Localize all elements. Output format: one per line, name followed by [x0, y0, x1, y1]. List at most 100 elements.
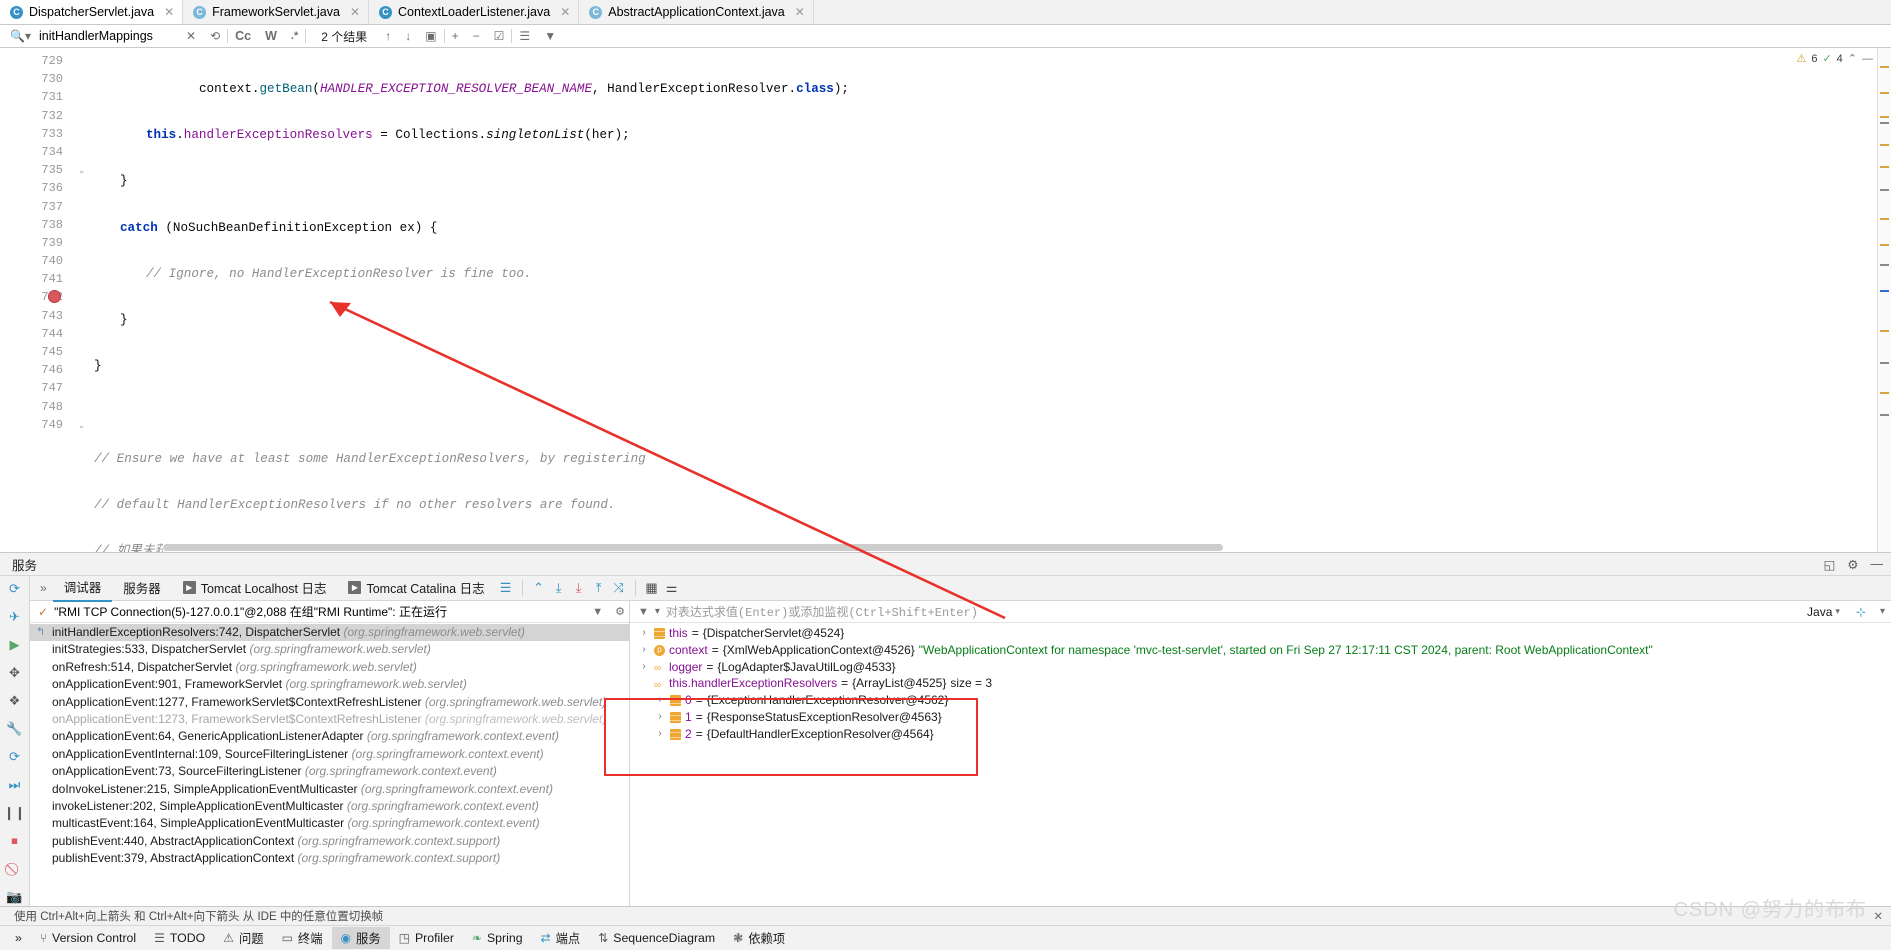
stack-frame-row[interactable]: onApplicationEvent:73, SourceFilteringLi…: [30, 763, 629, 780]
variable-row[interactable]: › 0 = {ExceptionHandlerExceptionResolver…: [630, 692, 1891, 709]
fold-marker[interactable]: [73, 343, 90, 361]
toggle-filter-icon[interactable]: ☑: [494, 29, 505, 43]
step-out-icon[interactable]: ⌃: [529, 580, 549, 596]
status-item-endpoints[interactable]: ⇄ 端点: [532, 927, 590, 949]
layout-icon[interactable]: ◱: [1823, 557, 1835, 572]
force-step-into-icon[interactable]: ⤒: [589, 580, 609, 596]
camera-icon[interactable]: 📷: [6, 889, 24, 906]
inspection-summary[interactable]: ⚠ 6 ✓ 4 ⌃ —: [1796, 52, 1873, 66]
match-case-toggle[interactable]: Cc: [235, 29, 251, 43]
status-item-profiler[interactable]: ◳ Profiler: [390, 929, 463, 947]
expand-arrow-icon[interactable]: ›: [654, 692, 666, 709]
deploy-icon[interactable]: ✈: [6, 608, 24, 625]
fold-marker[interactable]: [73, 88, 90, 106]
fold-marker[interactable]: [73, 288, 90, 306]
call-stack-list[interactable]: ↰ initHandlerExceptionResolvers:742, Dis…: [30, 623, 629, 906]
fold-marker[interactable]: ⌄: [73, 161, 90, 179]
stack-frame-row[interactable]: onApplicationEvent:64, GenericApplicatio…: [30, 728, 629, 745]
chevron-down-icon[interactable]: ▾: [1880, 606, 1885, 617]
remove-filter-icon[interactable]: −: [473, 29, 480, 43]
close-icon[interactable]: ✕: [560, 5, 570, 19]
whole-words-toggle[interactable]: W: [265, 29, 277, 43]
search-icon[interactable]: 🔍▾: [10, 29, 31, 43]
chevron-up-icon[interactable]: ⌃: [1848, 52, 1857, 65]
find-next-icon[interactable]: ↓: [405, 29, 411, 43]
expand-arrow-icon[interactable]: [638, 675, 650, 692]
stack-frame-row[interactable]: doInvokeListener:215, SimpleApplicationE…: [30, 781, 629, 798]
stack-frame-row[interactable]: ↰ initHandlerExceptionResolvers:742, Dis…: [30, 624, 629, 642]
rerun-icon[interactable]: ⟳: [6, 580, 24, 597]
stack-frame-row[interactable]: initStrategies:533, DispatcherServlet (o…: [30, 641, 629, 658]
console-icon[interactable]: ☰: [496, 580, 516, 596]
thread-selector-row[interactable]: ✓ "RMI TCP Connection(5)-127.0.0.1"@2,08…: [30, 601, 629, 623]
editor-tab-abstractapplicationcontext[interactable]: C AbstractApplicationContext.java ✕: [579, 0, 814, 24]
settings-icon[interactable]: ⚙: [615, 605, 625, 618]
evaluate-expression-icon[interactable]: ▦: [642, 580, 662, 596]
stack-frame-row[interactable]: publishEvent:440, AbstractApplicationCon…: [30, 833, 629, 850]
variable-row-handler-exception-resolvers[interactable]: ∞ this.handlerExceptionResolvers = {Arra…: [630, 675, 1891, 692]
analysis-strip[interactable]: [1877, 48, 1891, 552]
expand-arrow-icon[interactable]: ›: [654, 709, 666, 726]
fold-marker[interactable]: [73, 398, 90, 416]
status-item-services[interactable]: ◉ 服务: [331, 927, 390, 949]
fold-marker[interactable]: [73, 70, 90, 88]
settings-icon[interactable]: ⚌: [662, 580, 682, 596]
expand-arrow-icon[interactable]: ›: [638, 642, 650, 659]
language-selector[interactable]: Java ▾: [1807, 605, 1840, 619]
close-icon[interactable]: ✕: [1873, 909, 1883, 923]
find-previous-icon[interactable]: ↑: [385, 29, 391, 43]
minimize-icon[interactable]: —: [1862, 53, 1873, 65]
stack-frame-row[interactable]: onApplicationEventInternal:109, SourceFi…: [30, 746, 629, 763]
fold-marker[interactable]: ⌄: [73, 416, 90, 434]
tab-tomcat-catalina-log[interactable]: ▶ Tomcat Catalina 日志: [337, 575, 495, 601]
select-all-occurrences-icon[interactable]: ▣: [425, 29, 436, 43]
expand-arrow-icon[interactable]: ›: [638, 659, 650, 676]
wrench-icon[interactable]: 🔧: [6, 720, 24, 737]
expand-arrow-icon[interactable]: ›: [654, 726, 666, 743]
variable-row[interactable]: › 2 = {DefaultHandlerExceptionResolver@4…: [630, 726, 1891, 743]
fold-marker[interactable]: [73, 252, 90, 270]
close-icon[interactable]: ✕: [350, 5, 360, 19]
fold-marker[interactable]: [73, 198, 90, 216]
filter-icon[interactable]: ▼: [638, 606, 649, 618]
status-item-dependencies[interactable]: ❃ 依赖项: [724, 927, 794, 949]
fold-marker[interactable]: [73, 125, 90, 143]
tab-debugger[interactable]: 调试器: [52, 574, 113, 602]
fold-marker[interactable]: [73, 52, 90, 70]
variable-row[interactable]: › 1 = {ResponseStatusExceptionResolver@4…: [630, 709, 1891, 726]
stack-frame-row[interactable]: onApplicationEvent:901, FrameworkServlet…: [30, 676, 629, 693]
editor-tab-frameworkservlet[interactable]: C FrameworkServlet.java ✕: [183, 0, 370, 24]
stack-frame-row[interactable]: onRefresh:514, DispatcherServlet (org.sp…: [30, 659, 629, 676]
minimize-icon[interactable]: —: [1871, 557, 1884, 571]
thread-row[interactable]: ✓ "RMI TCP Connection(5)-127.0.0.1"@2,08…: [38, 603, 586, 620]
scrollbar-thumb[interactable]: [163, 544, 1223, 551]
fold-marker[interactable]: [73, 143, 90, 161]
code-content[interactable]: context.getBean(HANDLER_EXCEPTION_RESOLV…: [90, 48, 1891, 552]
filter-icon[interactable]: ▼: [592, 606, 603, 618]
status-item-problems[interactable]: ⚠ 问题: [214, 927, 272, 949]
clear-search-icon[interactable]: ✕: [186, 29, 196, 43]
stack-frame-row[interactable]: invokeListener:202, SimpleApplicationEve…: [30, 798, 629, 815]
close-icon[interactable]: ✕: [164, 5, 174, 19]
add-filter-icon[interactable]: +: [452, 29, 459, 43]
fold-marker[interactable]: [73, 379, 90, 397]
pause-icon[interactable]: ❙❙: [4, 805, 26, 822]
fold-marker[interactable]: [73, 361, 90, 379]
close-icon[interactable]: ✕: [795, 5, 805, 19]
layout-icon[interactable]: ❖: [6, 692, 24, 709]
editor-horizontal-scrollbar[interactable]: [163, 543, 1875, 552]
resume-program-icon[interactable]: ▶: [6, 636, 24, 653]
fold-marker[interactable]: [73, 179, 90, 197]
search-input[interactable]: [36, 28, 177, 44]
run-to-cursor-icon[interactable]: ⤨: [609, 580, 629, 596]
tab-tomcat-localhost-log[interactable]: ▶ Tomcat Localhost 日志: [172, 575, 338, 601]
chevron-down-icon[interactable]: ▾: [655, 606, 660, 617]
mute-breakpoints-icon[interactable]: ⃠: [6, 861, 24, 878]
reset-search-icon[interactable]: ⟲: [210, 29, 220, 43]
status-item-todo[interactable]: ☰ TODO: [145, 929, 214, 947]
fold-marker[interactable]: [73, 325, 90, 343]
sort-icon[interactable]: ☰: [519, 29, 530, 43]
stack-frame-row[interactable]: onApplicationEvent:1277, FrameworkServle…: [30, 694, 629, 711]
regex-toggle[interactable]: .*: [291, 30, 298, 42]
settings-icon[interactable]: ✥: [6, 664, 24, 681]
